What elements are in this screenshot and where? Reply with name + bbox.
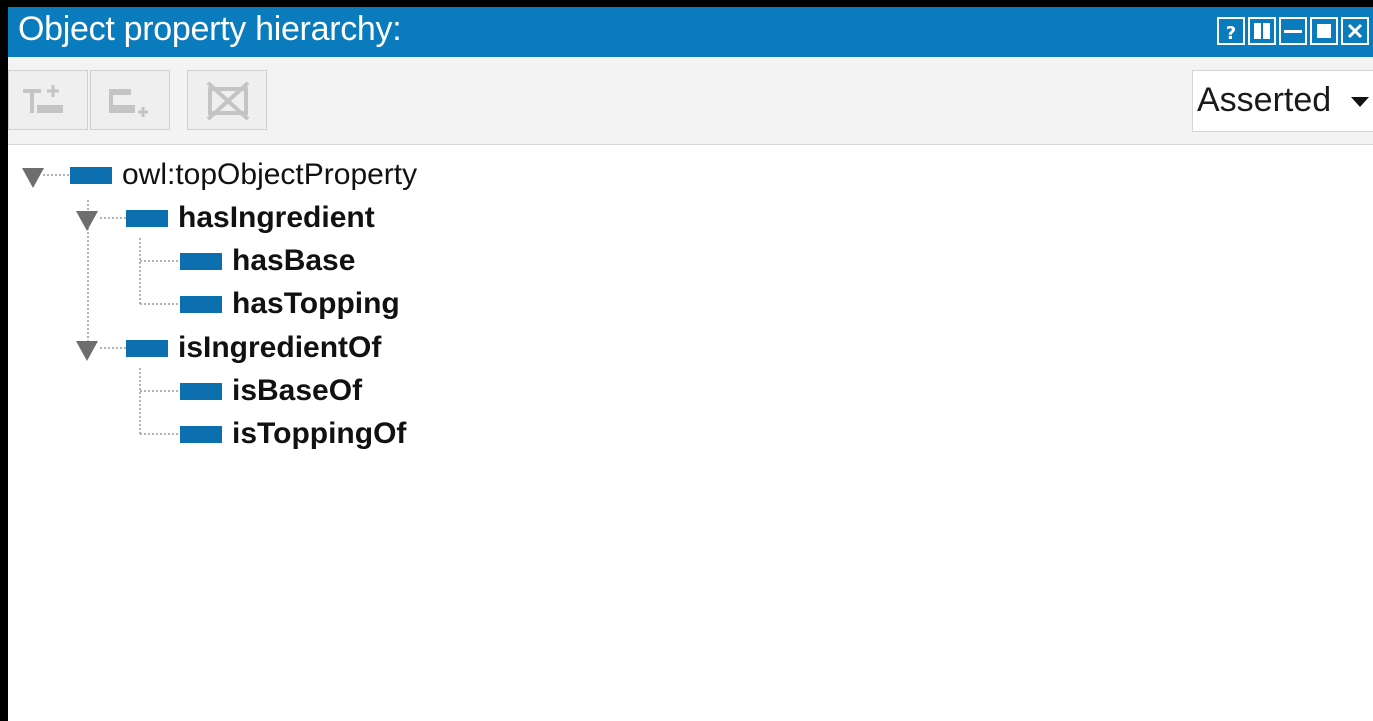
tree-node-hasbase[interactable]: hasBase: [180, 241, 355, 281]
split-vertical-icon: [1254, 23, 1270, 39]
delete-icon: [206, 81, 250, 121]
tree-node-label: isToppingOf: [232, 417, 407, 450]
chevron-down-icon: [1351, 97, 1369, 107]
help-button[interactable]: ?: [1217, 17, 1245, 45]
tree-node-hastopping[interactable]: hasTopping: [180, 284, 400, 324]
add-sibling-icon: [109, 89, 148, 117]
view-mode-value: Asserted: [1197, 81, 1332, 119]
close-icon: [1347, 23, 1363, 39]
tree-node-label: isBaseOf: [232, 374, 363, 407]
tree-node-hasingredient[interactable]: hasIngredient: [126, 198, 375, 238]
object-property-icon: [126, 339, 168, 357]
tree-node-istoppingof[interactable]: isToppingOf: [180, 414, 406, 454]
tree-node-label: isIngredientOf: [178, 331, 382, 364]
object-property-icon: [180, 425, 222, 443]
expand-toggle-icon[interactable]: [76, 341, 98, 361]
tree-node-label: hasBase: [232, 244, 356, 277]
panel-title-bar: Object property hierarchy: ?: [8, 7, 1373, 57]
object-property-icon: [180, 252, 222, 270]
tree-node-root[interactable]: owl:topObjectProperty: [70, 155, 417, 195]
maximize-icon: [1317, 24, 1331, 38]
expand-toggle-icon[interactable]: [76, 211, 98, 231]
object-property-icon: [180, 382, 222, 400]
object-property-hierarchy-panel: Object property hierarchy: ? Asserted ow…: [8, 7, 1373, 721]
split-horizontal-button[interactable]: [1279, 17, 1307, 45]
property-tree: owl:topObjectProperty hasIngredient hasB…: [8, 144, 1373, 721]
maximize-button[interactable]: [1310, 17, 1338, 45]
view-mode-dropdown[interactable]: Asserted: [1192, 70, 1373, 132]
object-property-icon: [126, 209, 168, 227]
tree-node-label: hasIngredient: [178, 201, 375, 234]
split-horizontal-icon: [1284, 30, 1302, 33]
svg-text:?: ?: [1226, 23, 1236, 44]
tree-node-label: owl:topObjectProperty: [122, 158, 418, 191]
object-property-icon: [70, 166, 112, 184]
add-child-icon: [23, 85, 63, 113]
add-sibling-property-button[interactable]: [90, 70, 170, 130]
add-sub-property-button[interactable]: [8, 70, 88, 130]
tree-node-isbaseof[interactable]: isBaseOf: [180, 371, 362, 411]
object-property-icon: [180, 295, 222, 313]
hierarchy-toolbar: Asserted: [8, 57, 1373, 145]
tree-node-label: hasTopping: [232, 287, 400, 320]
window-buttons: ?: [1217, 17, 1369, 45]
split-vertical-button[interactable]: [1248, 17, 1276, 45]
tree-node-isingredientof[interactable]: isIngredientOf: [126, 328, 381, 368]
help-icon: ?: [1226, 23, 1236, 44]
delete-property-button[interactable]: [187, 70, 267, 130]
expand-toggle-icon[interactable]: [22, 168, 44, 188]
panel-title: Object property hierarchy:: [18, 10, 402, 48]
close-button[interactable]: [1341, 17, 1369, 45]
